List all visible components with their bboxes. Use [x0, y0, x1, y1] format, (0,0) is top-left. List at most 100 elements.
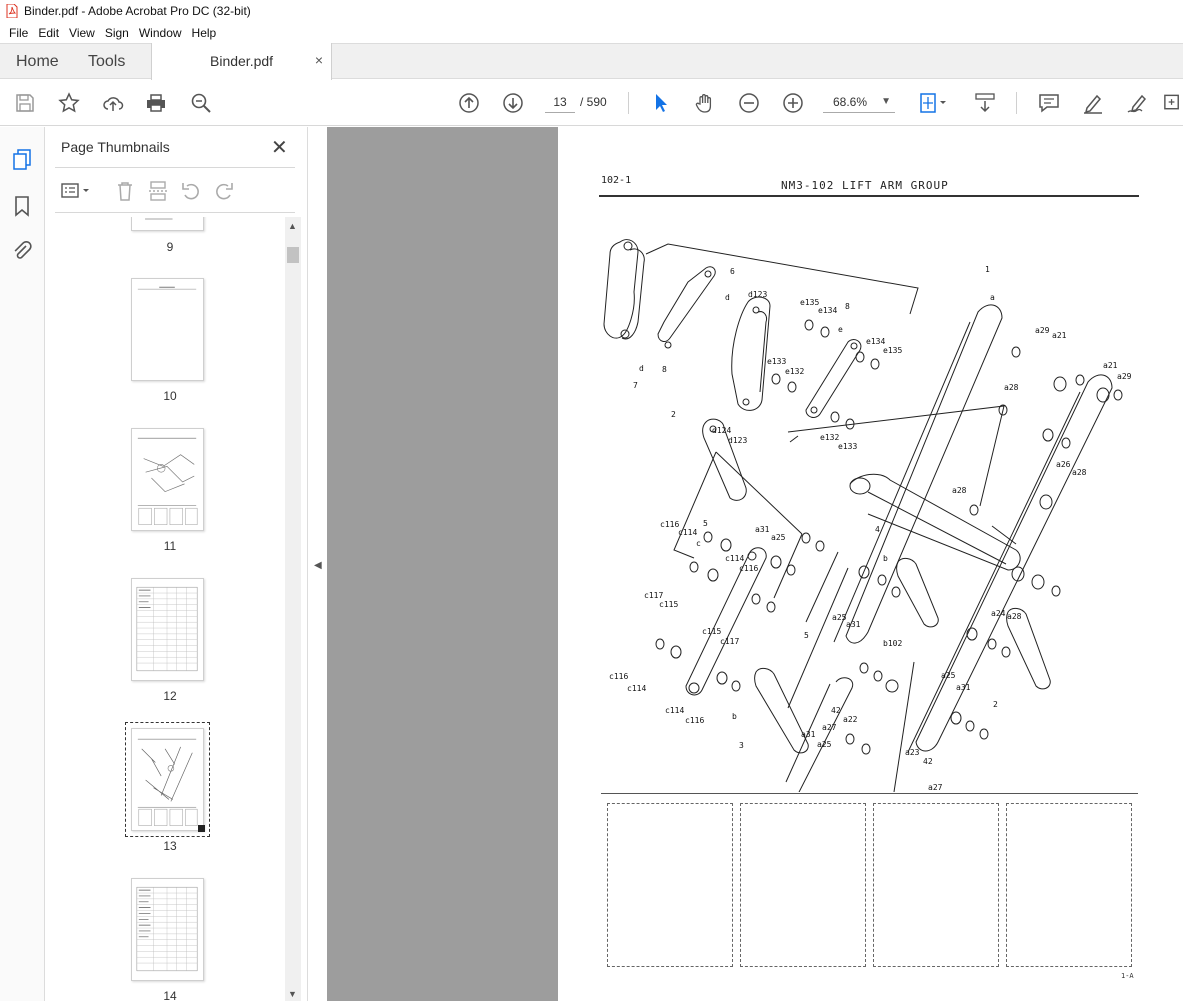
highlight-icon[interactable] [1080, 90, 1106, 116]
search-zoom-icon[interactable] [188, 90, 214, 116]
upload-icon[interactable] [100, 90, 126, 116]
menu-help[interactable]: Help [187, 26, 222, 40]
tab-home[interactable]: Home [16, 53, 59, 71]
callout-a31: a31 [846, 620, 861, 629]
select-cursor-icon[interactable] [648, 90, 674, 116]
page-up-icon[interactable] [456, 90, 482, 116]
save-icon[interactable] [12, 90, 38, 116]
thumbnail-page-13[interactable] [125, 722, 210, 837]
attachment-icon[interactable] [10, 239, 34, 263]
more-tools-icon[interactable] [1162, 90, 1183, 116]
lift-arm-parts-diagram: 1 a 2 2 3 b b 4 5 5 6 7 8 8 d d e c d123… [603, 239, 1132, 792]
zoom-value: 68.6% [833, 95, 868, 109]
menu-edit[interactable]: Edit [33, 26, 64, 40]
callout-a21: a21 [1052, 331, 1067, 340]
zoom-out-icon[interactable] [736, 90, 762, 116]
callout-42: 42 [831, 706, 841, 715]
hand-icon[interactable] [692, 90, 718, 116]
callout-a23: a23 [905, 748, 920, 757]
scroll-down-icon[interactable]: ▼ [288, 989, 297, 999]
delete-icon[interactable] [113, 179, 137, 203]
callout-b102: b102 [883, 639, 902, 648]
close-panel-icon[interactable]: ✕ [271, 135, 288, 160]
thumbnail-page-11[interactable] [131, 428, 204, 531]
page-number-header: 102-1 [601, 175, 632, 186]
pages-icon[interactable] [10, 147, 34, 171]
thumbnail-scrollbar[interactable]: ▲ ▼ [285, 217, 301, 1001]
callout-a31: a31 [801, 730, 816, 739]
callout-2: 2 [671, 410, 676, 419]
page-down-icon[interactable] [500, 90, 526, 116]
thumbnail-label: 9 [166, 240, 174, 254]
document-tab-label: Binder.pdf [210, 53, 274, 69]
zoom-in-icon[interactable] [780, 90, 806, 116]
bookmark-icon[interactable] [10, 194, 34, 218]
thumbnail-page-10[interactable] [131, 278, 204, 381]
callout-a31: a31 [755, 525, 770, 534]
current-page-field[interactable]: 13 [545, 91, 575, 113]
close-tab-icon[interactable]: × [315, 52, 323, 68]
toolbar-divider [1016, 92, 1017, 114]
callout-e133: e133 [838, 442, 857, 451]
options-menu-icon[interactable] [59, 179, 93, 203]
panel-title: Page Thumbnails [61, 139, 170, 155]
zoom-field[interactable]: 68.6% ▼ [823, 91, 895, 113]
callout-d124: d124 [712, 426, 731, 435]
star-icon[interactable] [56, 90, 82, 116]
note-box [740, 803, 866, 967]
panel-splitter[interactable]: ◀ [308, 127, 327, 1001]
sign-icon[interactable] [1124, 90, 1150, 116]
collapse-panel-icon[interactable]: ◀ [314, 560, 322, 571]
callout-c116: c116 [739, 564, 758, 573]
callout-d123: d123 [748, 290, 767, 299]
menu-sign[interactable]: Sign [100, 26, 134, 40]
page-title: NM3-102 LIFT ARM GROUP [781, 179, 949, 192]
tab-tools[interactable]: Tools [88, 53, 125, 71]
scroll-up-icon[interactable]: ▲ [288, 221, 297, 231]
callout-5: 5 [804, 631, 809, 640]
header-rule [599, 195, 1139, 197]
callout-c114: c114 [627, 684, 646, 693]
tab-document[interactable]: Binder.pdf × [151, 43, 332, 80]
comment-icon[interactable] [1036, 90, 1062, 116]
note-box [873, 803, 999, 967]
thumbnail-page-12[interactable] [131, 578, 204, 681]
callout-a28: a28 [952, 486, 967, 495]
thumbnail-label: 12 [163, 689, 177, 703]
callout-a28: a28 [1004, 383, 1019, 392]
fit-page-icon[interactable] [915, 90, 951, 116]
callout-e134: e134 [818, 306, 837, 315]
menu-window[interactable]: Window [134, 26, 187, 40]
menu-file[interactable]: File [4, 26, 33, 40]
menu-view[interactable]: View [64, 26, 100, 40]
rotate-right-icon[interactable] [212, 179, 236, 203]
scroll-mode-icon[interactable] [972, 90, 998, 116]
rotate-left-icon[interactable] [179, 179, 203, 203]
pdf-page: 102-1 NM3-102 LIFT ARM GROUP 1 a 2 2 3 b… [558, 127, 1183, 1001]
callout-c116: c116 [660, 520, 679, 529]
scrollbar-thumb[interactable] [287, 247, 299, 263]
document-view[interactable]: 102-1 NM3-102 LIFT ARM GROUP 1 a 2 2 3 b… [327, 127, 1183, 1001]
callout-c117: c117 [644, 591, 663, 600]
callout-a25: a25 [941, 671, 956, 680]
resize-handle[interactable] [198, 825, 205, 832]
extract-icon[interactable] [146, 179, 170, 203]
section-rule [601, 793, 1138, 794]
callout-d: d [725, 293, 730, 302]
note-box [607, 803, 733, 967]
callout-a25: a25 [771, 533, 786, 542]
callout-e135: e135 [800, 298, 819, 307]
chevron-down-icon: ▼ [881, 96, 891, 107]
callout-e135: e135 [883, 346, 902, 355]
callout-a22: a22 [843, 715, 858, 724]
callout-a25: a25 [817, 740, 832, 749]
print-icon[interactable] [143, 90, 169, 116]
thumbnail-page-9[interactable] [131, 217, 204, 231]
callout-a27: a27 [928, 783, 943, 792]
thumbnail-page-14[interactable] [131, 878, 204, 981]
callout-6: 6 [730, 267, 735, 276]
callout-c114: c114 [725, 554, 744, 563]
callout-a29: a29 [1117, 372, 1132, 381]
callout-8: 8 [845, 302, 850, 311]
callout-c116: c116 [685, 716, 704, 725]
